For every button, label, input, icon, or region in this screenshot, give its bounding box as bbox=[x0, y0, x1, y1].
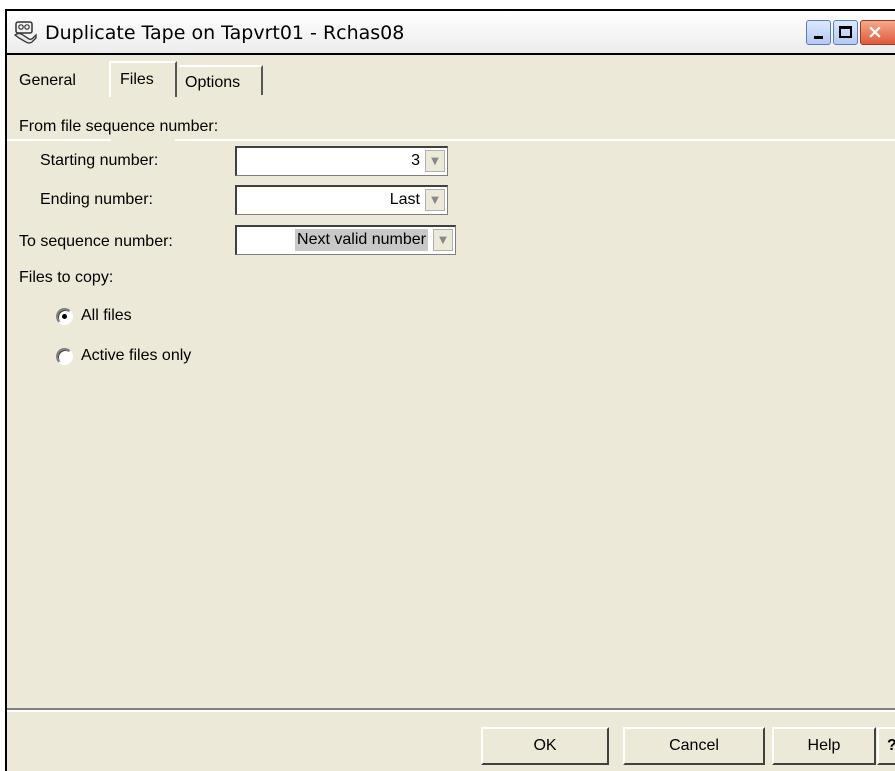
whats-this-button[interactable]: ? bbox=[877, 727, 895, 765]
to-sequence-value: Next valid number bbox=[295, 229, 428, 251]
help-button[interactable]: Help bbox=[772, 727, 876, 765]
tape-drive-icon bbox=[13, 20, 39, 44]
radio-active-files-label: Active files only bbox=[81, 347, 192, 364]
tab-options[interactable]: Options bbox=[179, 65, 263, 95]
files-to-copy-label: Files to copy: bbox=[19, 269, 114, 286]
window-title: Duplicate Tape on Tapvrt01 - Rchas08 bbox=[45, 22, 405, 44]
tab-strip: General Options Files bbox=[7, 55, 895, 141]
radio-button-checked[interactable] bbox=[56, 308, 73, 325]
radio-button[interactable] bbox=[56, 348, 73, 365]
dropdown-arrow-icon[interactable]: ▼ bbox=[433, 229, 453, 251]
to-sequence-label: To sequence number: bbox=[19, 233, 173, 250]
dropdown-arrow-icon[interactable]: ▼ bbox=[425, 189, 445, 211]
tab-general-label: General bbox=[19, 72, 76, 89]
radio-all-files-label: All files bbox=[81, 307, 132, 324]
tab-files-label: Files bbox=[120, 71, 154, 88]
starting-number-combo[interactable]: 3 ▼ bbox=[235, 146, 448, 176]
title-bar[interactable]: Duplicate Tape on Tapvrt01 - Rchas08 × bbox=[7, 11, 895, 55]
maximize-button[interactable] bbox=[833, 20, 858, 45]
footer-divider bbox=[7, 708, 895, 712]
tab-options-label: Options bbox=[185, 74, 241, 91]
cancel-button[interactable]: Cancel bbox=[623, 727, 765, 765]
tab-files[interactable]: Files bbox=[109, 61, 177, 97]
dropdown-arrow-icon[interactable]: ▼ bbox=[425, 150, 445, 172]
ok-button[interactable]: OK bbox=[481, 727, 609, 765]
to-sequence-combo[interactable]: Next valid number ▼ bbox=[235, 225, 456, 255]
ending-number-combo[interactable]: Last ▼ bbox=[235, 185, 448, 215]
ending-number-value: Last bbox=[389, 191, 420, 208]
close-button[interactable]: × bbox=[860, 20, 895, 45]
maximize-icon bbox=[839, 26, 852, 38]
dialog-window: Duplicate Tape on Tapvrt01 - Rchas08 × G… bbox=[5, 9, 895, 771]
minimize-icon bbox=[814, 36, 823, 39]
ending-number-label: Ending number: bbox=[40, 191, 153, 208]
close-icon: × bbox=[867, 21, 883, 43]
tab-general[interactable]: General bbox=[13, 65, 109, 95]
minimize-button[interactable] bbox=[806, 20, 831, 45]
from-file-sequence-label: From file sequence number: bbox=[19, 118, 219, 135]
starting-number-label: Starting number: bbox=[40, 152, 159, 169]
starting-number-value: 3 bbox=[411, 152, 420, 169]
